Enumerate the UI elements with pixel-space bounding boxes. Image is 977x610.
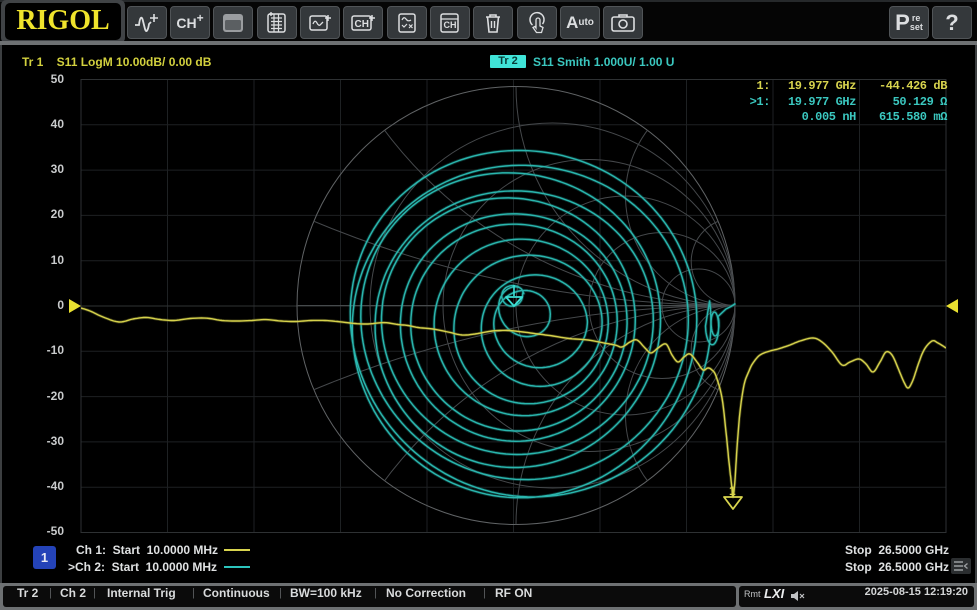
svg-text:1: 1 xyxy=(729,484,736,498)
svg-text:CH: CH xyxy=(355,19,369,30)
svg-text:CH: CH xyxy=(444,20,457,30)
